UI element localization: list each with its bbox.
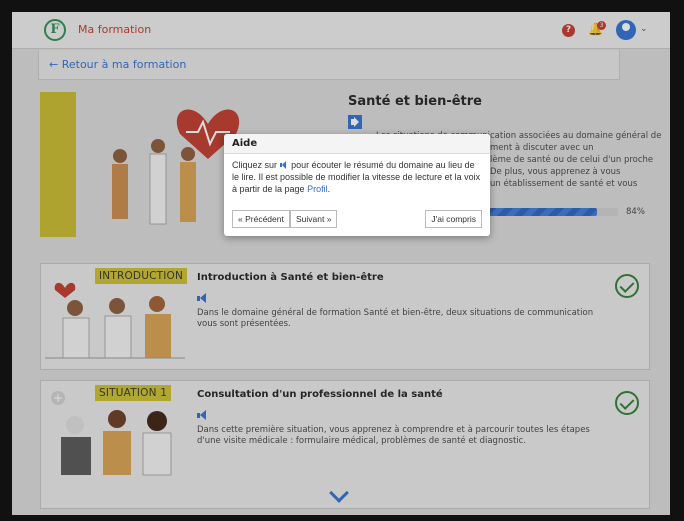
card-title[interactable]: Consultation d'un professionnel de la sa… (197, 389, 443, 400)
speaker-icon[interactable] (348, 115, 362, 129)
domain-color-bar (40, 92, 76, 237)
card-tag: INTRODUCTION (95, 268, 188, 284)
progress-label: 84% (626, 207, 645, 217)
popup-title: Aide (224, 134, 490, 154)
progress-fill (488, 208, 598, 216)
check-icon (615, 274, 639, 298)
speaker-icon (279, 161, 289, 169)
back-bar: ← Retour à ma formation (38, 50, 620, 80)
app-frame: F Ma formation ? 🔔 3 ⌄ ← Retour à ma for… (12, 12, 670, 515)
card-description: Dans cette première situation, vous appr… (197, 425, 590, 446)
progress-bar (488, 208, 618, 216)
summary-line: ment à discuter avec un (490, 143, 594, 153)
chevron-down-icon[interactable]: ⌄ (640, 24, 648, 34)
card-introduction[interactable]: INTRODUCTION Introduction à Santé et bie… (40, 263, 650, 370)
next-button[interactable]: Suivant » (290, 210, 338, 228)
card-description: Dans le domaine général de formation San… (197, 308, 594, 329)
help-popup: Aide Cliquez sur pour écouter le résumé … (224, 134, 490, 236)
summary-line: De plus, vous apprenez à vous (490, 167, 621, 177)
notification-badge: 3 (597, 21, 606, 30)
check-icon (615, 391, 639, 415)
profile-link[interactable]: Profil (307, 184, 328, 194)
top-bar: F Ma formation ? 🔔 3 ⌄ (12, 12, 670, 49)
avatar-icon[interactable] (616, 20, 636, 40)
back-link[interactable]: ← Retour à ma formation (49, 58, 186, 71)
previous-button[interactable]: « Précédent (232, 210, 290, 228)
summary-line: un établissement de santé et vous (490, 179, 638, 189)
help-icon[interactable]: ? (562, 24, 575, 37)
summary-line: lème de santé ou de celui d'un proche (490, 155, 654, 165)
speaker-icon[interactable] (197, 293, 209, 304)
got-it-button[interactable]: J'ai compris (425, 210, 482, 228)
card-title[interactable]: Introduction à Santé et bien-être (197, 272, 384, 283)
popup-text-before: Cliquez sur (232, 160, 278, 170)
popup-text-end: . (327, 184, 331, 194)
plus-icon[interactable]: + (51, 391, 65, 405)
domain-title: Santé et bien-être (348, 94, 482, 109)
speaker-icon[interactable] (197, 410, 209, 421)
card-tag: SITUATION 1 (95, 385, 172, 401)
logo-icon[interactable]: F (44, 19, 66, 41)
popup-text: Cliquez sur pour écouter le résumé du do… (224, 154, 490, 200)
app-title[interactable]: Ma formation (78, 23, 151, 36)
